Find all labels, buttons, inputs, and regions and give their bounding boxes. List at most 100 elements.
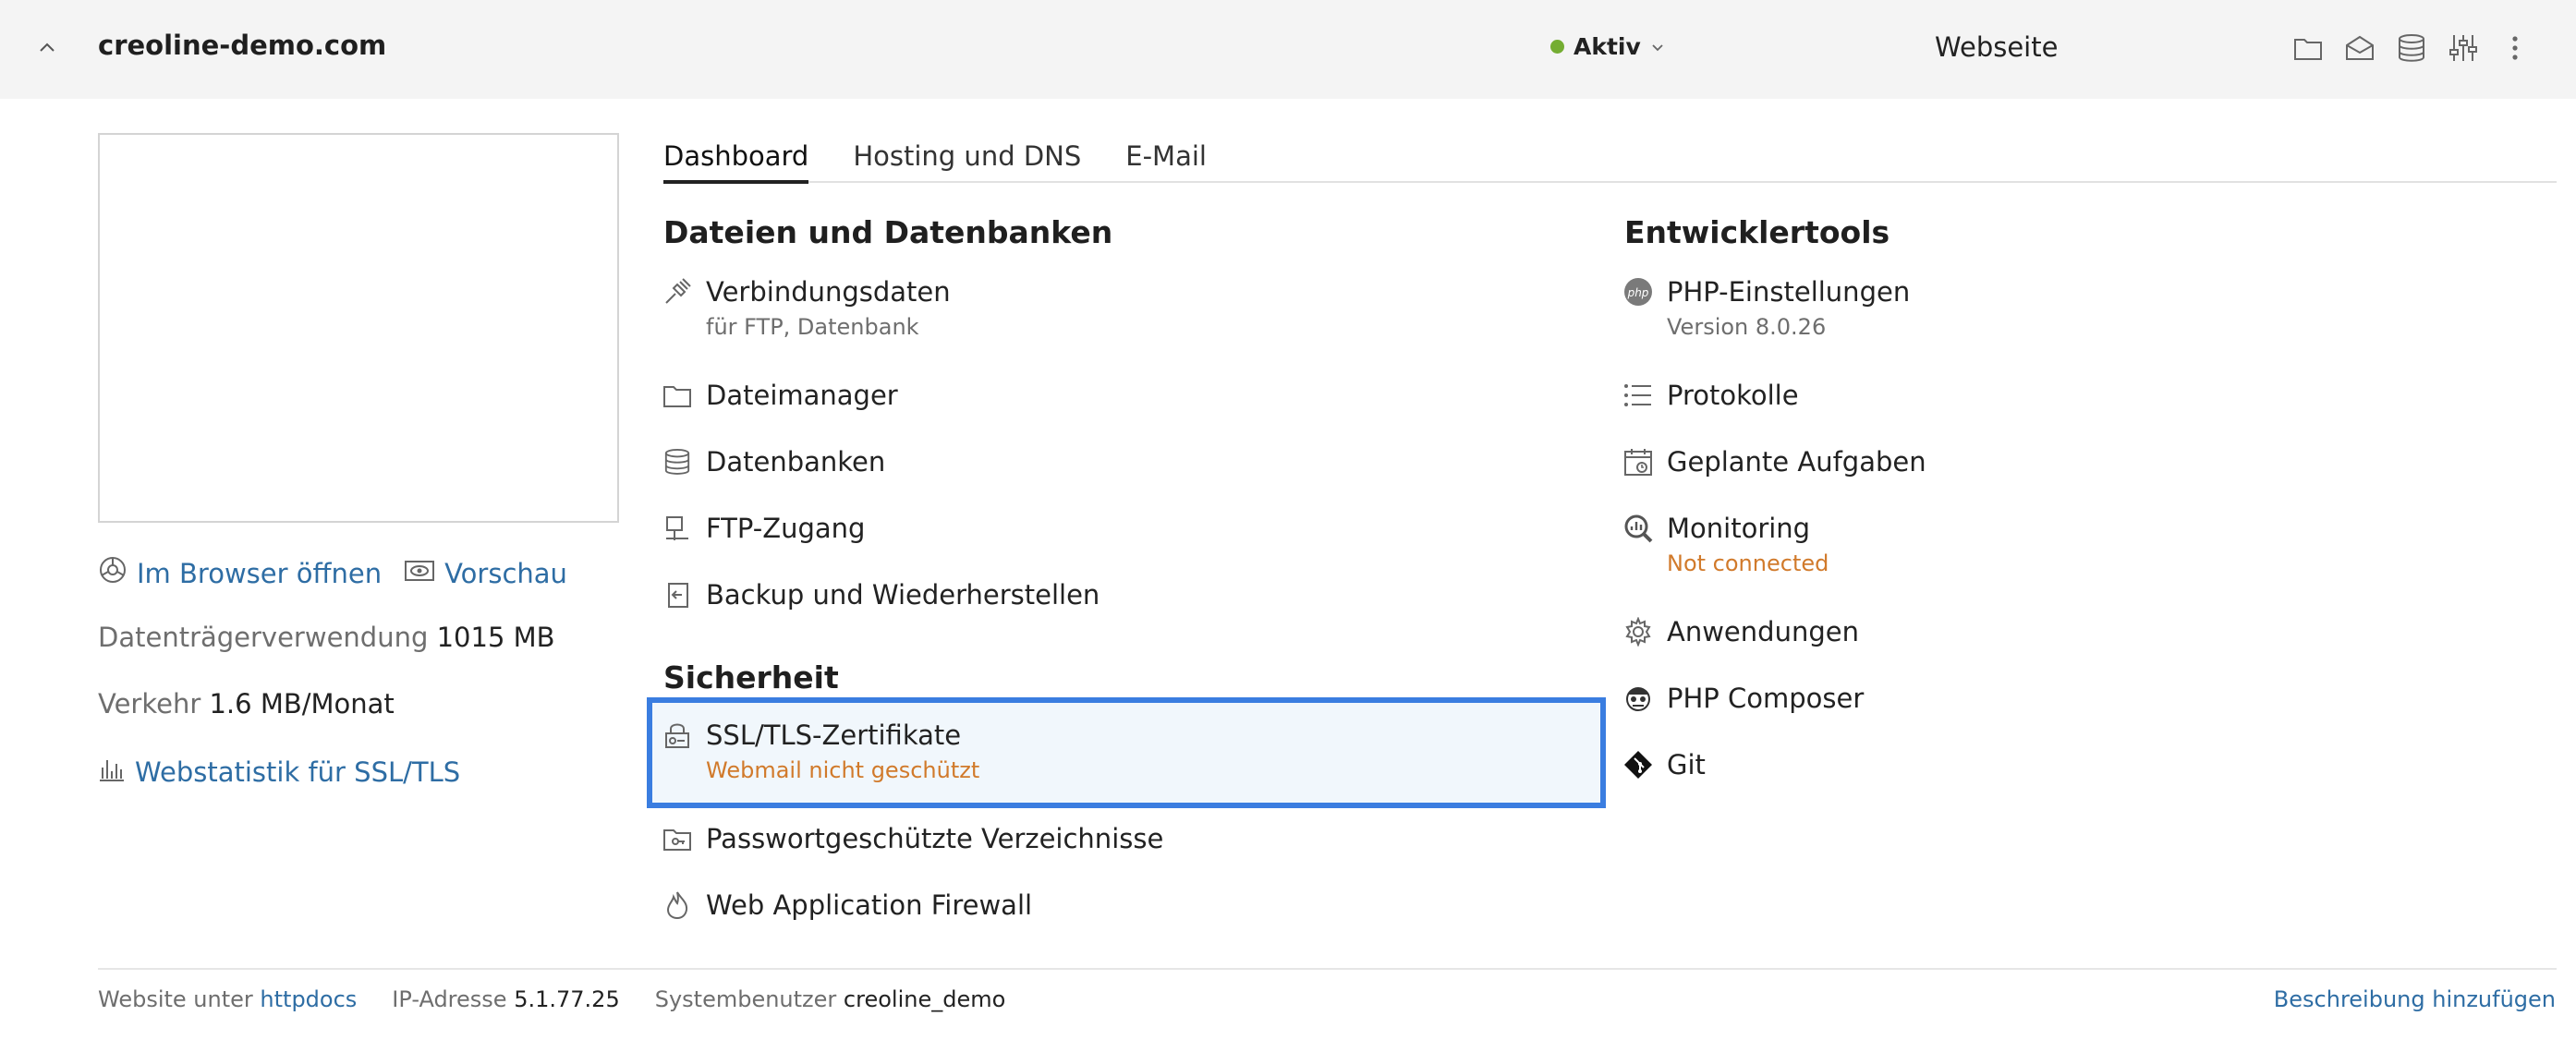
connection-data-sub: für FTP, Datenbank bbox=[706, 314, 919, 340]
password-protected-dirs-item[interactable]: Passwortgeschützte Verzeichnisse bbox=[662, 821, 1163, 856]
site-type-label: Webseite bbox=[1935, 31, 2059, 63]
logs-label: Protokolle bbox=[1667, 380, 1799, 411]
website-preview-thumbnail[interactable] bbox=[98, 133, 619, 523]
php-version-text: Version 8.0.26 bbox=[1667, 314, 1827, 340]
domain-name[interactable]: creoline-demo.com bbox=[98, 30, 386, 61]
ftp-access-item[interactable]: FTP-Zugang bbox=[662, 511, 865, 546]
bar-chart-icon bbox=[98, 755, 126, 789]
applications-item[interactable]: Anwendungen bbox=[1622, 614, 1859, 649]
scheduled-tasks-item[interactable]: Geplante Aufgaben bbox=[1622, 444, 1926, 479]
file-manager-item[interactable]: Dateimanager bbox=[662, 378, 898, 413]
ssl-warning-text: Webmail nicht geschützt bbox=[706, 757, 980, 783]
logs-item[interactable]: Protokolle bbox=[1622, 378, 1799, 413]
monitoring-status-text: Not connected bbox=[1667, 550, 1829, 576]
folder-icon bbox=[662, 380, 693, 411]
subscription-header: creoline-demo.com Aktiv Webseite bbox=[0, 0, 2576, 99]
ssl-certificates-item[interactable]: SSL/TLS-Zertifikate Webmail nicht geschü… bbox=[662, 718, 979, 788]
preview-links: Im Browser öffnen Vorschau bbox=[98, 555, 567, 591]
php-icon: php bbox=[1622, 276, 1654, 308]
waf-label: Web Application Firewall bbox=[706, 889, 1033, 921]
flame-icon bbox=[662, 889, 693, 921]
dev-tools-section-title: Entwicklertools bbox=[1624, 214, 1890, 250]
folder-icon[interactable] bbox=[2291, 31, 2325, 65]
php-settings-label: PHP-Einstellungen bbox=[1667, 276, 1911, 308]
database-icon bbox=[662, 446, 693, 478]
status-dot bbox=[1550, 40, 1564, 54]
chevron-down-icon bbox=[1652, 38, 1663, 55]
traffic-label: Verkehr bbox=[98, 688, 201, 720]
status-label: Aktiv bbox=[1574, 33, 1641, 60]
list-icon bbox=[1622, 380, 1654, 411]
php-composer-label: PHP Composer bbox=[1667, 683, 1865, 714]
add-description-link[interactable]: Beschreibung hinzufügen bbox=[2274, 986, 2556, 1012]
disk-usage-label: Datenträgerverwendung bbox=[98, 622, 429, 653]
mail-icon[interactable] bbox=[2343, 31, 2376, 65]
footer-divider bbox=[98, 968, 2557, 970]
preview-link[interactable]: Vorschau bbox=[404, 555, 567, 591]
calendar-clock-icon bbox=[1622, 446, 1654, 478]
tab-hosting-dns[interactable]: Hosting und DNS bbox=[853, 140, 1081, 181]
git-icon bbox=[1622, 749, 1654, 780]
scheduled-tasks-label: Geplante Aufgaben bbox=[1667, 446, 1926, 478]
databases-item[interactable]: Datenbanken bbox=[662, 444, 885, 479]
sliders-icon[interactable] bbox=[2447, 31, 2480, 65]
open-in-browser-label: Im Browser öffnen bbox=[137, 557, 383, 589]
ftp-icon bbox=[662, 513, 693, 544]
website-root-label: Website unter bbox=[98, 986, 253, 1012]
monitoring-label: Monitoring bbox=[1667, 513, 1811, 544]
file-manager-label: Dateimanager bbox=[706, 380, 898, 411]
git-label: Git bbox=[1667, 749, 1706, 780]
browser-icon bbox=[98, 555, 128, 591]
open-in-browser-link[interactable]: Im Browser öffnen bbox=[98, 555, 382, 591]
traffic-value: 1.6 MB/Monat bbox=[209, 688, 395, 720]
system-user-info: Systembenutzer creoline_demo bbox=[655, 986, 1006, 1012]
system-user-value: creoline_demo bbox=[843, 986, 1006, 1012]
backup-restore-item[interactable]: Backup und Wiederherstellen bbox=[662, 577, 1100, 612]
disk-usage-row: Datenträgerverwendung 1015 MB bbox=[98, 622, 555, 653]
webstat-label: Webstatistik für SSL/TLS bbox=[135, 756, 461, 788]
monitoring-icon bbox=[1622, 513, 1654, 544]
database-icon[interactable] bbox=[2395, 31, 2428, 65]
website-root-info: Website unter httpdocs bbox=[98, 986, 357, 1012]
php-settings-item[interactable]: php PHP-Einstellungen Version 8.0.26 bbox=[1622, 274, 1910, 345]
files-section-title: Dateien und Datenbanken bbox=[663, 214, 1113, 250]
ip-address-label: IP-Adresse bbox=[392, 986, 507, 1012]
chevron-up-icon[interactable] bbox=[35, 35, 59, 59]
connection-data-label: Verbindungsdaten bbox=[706, 276, 951, 308]
preview-label: Vorschau bbox=[444, 557, 567, 589]
folder-key-icon bbox=[662, 823, 693, 854]
tab-dashboard[interactable]: Dashboard bbox=[663, 140, 809, 184]
webstat-link[interactable]: Webstatistik für SSL/TLS bbox=[98, 755, 460, 789]
status-dropdown[interactable]: Aktiv bbox=[1550, 33, 1663, 60]
backup-restore-label: Backup und Wiederherstellen bbox=[706, 579, 1100, 611]
monitoring-item[interactable]: Monitoring Not connected bbox=[1622, 511, 1829, 581]
gear-icon bbox=[1622, 616, 1654, 647]
svg-text:php: php bbox=[1627, 286, 1649, 299]
disk-usage-value: 1015 MB bbox=[436, 622, 555, 653]
eye-icon bbox=[404, 558, 435, 589]
connection-data-item[interactable]: Verbindungsdaten für FTP, Datenbank bbox=[662, 274, 951, 345]
applications-label: Anwendungen bbox=[1667, 616, 1859, 647]
tab-bar: Dashboard Hosting und DNS E-Mail bbox=[663, 140, 2557, 184]
git-item[interactable]: Git bbox=[1622, 747, 1706, 782]
traffic-row: Verkehr 1.6 MB/Monat bbox=[98, 688, 395, 720]
header-toolbar bbox=[2291, 31, 2532, 65]
backup-icon bbox=[662, 579, 693, 611]
more-vertical-icon[interactable] bbox=[2498, 31, 2532, 65]
composer-icon bbox=[1622, 683, 1654, 714]
lock-certificate-icon bbox=[662, 720, 693, 751]
ftp-access-label: FTP-Zugang bbox=[706, 513, 866, 544]
footer-info: Website unter httpdocs IP-Adresse 5.1.77… bbox=[98, 986, 1005, 1012]
ip-address-value: 5.1.77.25 bbox=[514, 986, 620, 1012]
databases-label: Datenbanken bbox=[706, 446, 886, 478]
system-user-label: Systembenutzer bbox=[654, 986, 837, 1012]
waf-item[interactable]: Web Application Firewall bbox=[662, 888, 1032, 923]
php-composer-item[interactable]: PHP Composer bbox=[1622, 681, 1864, 716]
ip-address-info: IP-Adresse 5.1.77.25 bbox=[392, 986, 619, 1012]
httpdocs-link[interactable]: httpdocs bbox=[260, 986, 357, 1012]
security-section-title: Sicherheit bbox=[663, 659, 839, 695]
ssl-certificates-label: SSL/TLS-Zertifikate bbox=[706, 720, 962, 751]
plug-icon bbox=[662, 276, 693, 308]
password-protected-dirs-label: Passwortgeschützte Verzeichnisse bbox=[706, 823, 1164, 854]
tab-email[interactable]: E-Mail bbox=[1125, 140, 1207, 181]
